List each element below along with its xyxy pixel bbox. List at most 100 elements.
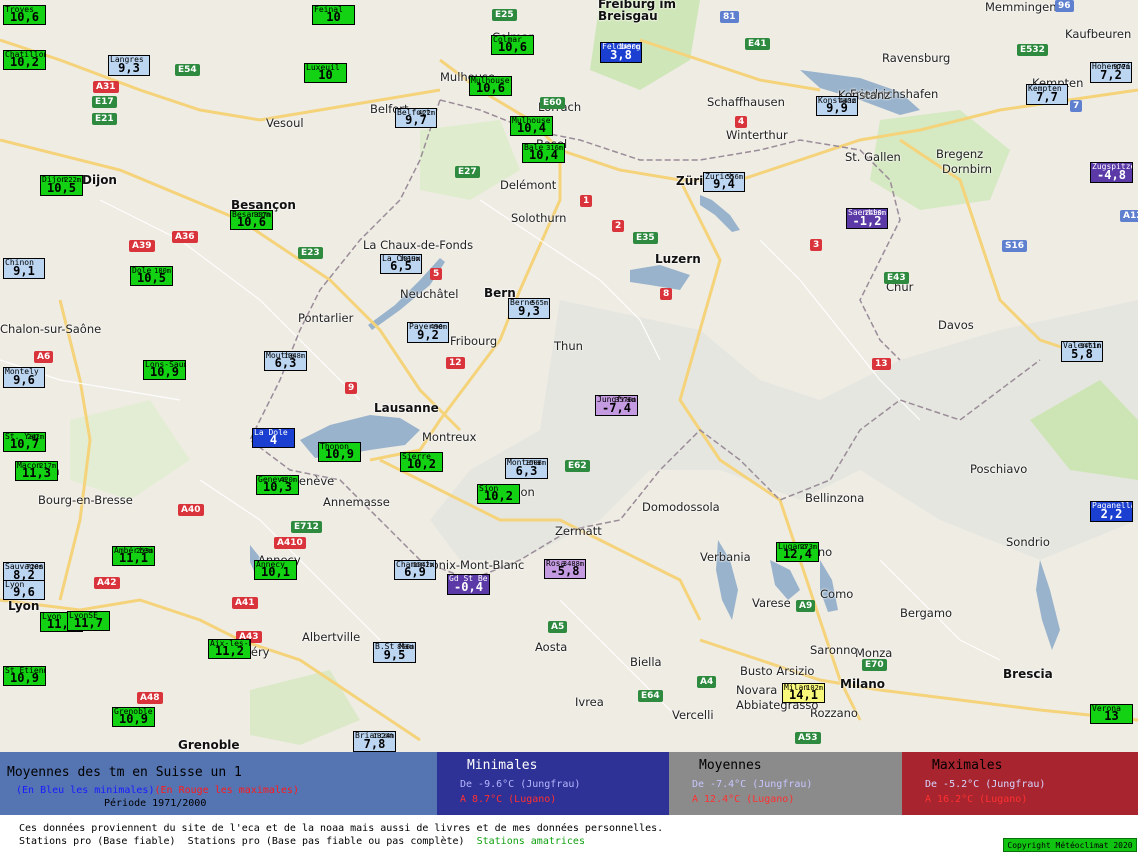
station-marker[interactable]: Briancon 1324m 7,8 [353,731,396,752]
road-shield: A53 [795,732,821,744]
station-marker[interactable]: La Chaux 1019m 6,5 [380,254,422,274]
station-temperature: 10,4 [529,148,558,162]
place-label-bourg: Bourg-en-Bresse [38,493,133,507]
place-label-bergamo: Bergamo [900,606,953,620]
legend-maximales-high: A 16.2°C (Lugano) [925,794,1028,805]
station-marker[interactable]: Langres 9,3 [108,55,150,76]
station-marker[interactable]: LyonSE 11,7 [67,611,110,631]
station-marker[interactable]: Grenoble 10,9 [112,707,155,727]
road-shield: 4 [735,116,748,128]
station-marker[interactable]: Feldberg 1490m 3,8 [600,42,642,63]
station-temperature: 10,9 [10,671,39,685]
station-temperature: 10,6 [10,10,39,24]
station-marker[interactable]: Gd St Bernard-0,4 [447,574,490,595]
station-marker[interactable]: Ambérieu 253m 11,1 [112,546,155,566]
station-marker[interactable]: Troyes 10,6 [3,5,46,25]
station-temperature: 9,2 [417,328,439,342]
road-shield: A31 [93,81,119,93]
legend-title-panel: Moyennes des tm en Suisse un 1 (En Bleu … [0,752,437,815]
place-label-sondrio: Sondrio [1006,535,1050,549]
station-marker[interactable]: Sierre 10,2 [400,452,443,472]
station-marker[interactable]: Lons-Saunier10,9 [143,360,186,380]
station-marker[interactable]: Macon 217m 11,3 [15,461,58,481]
station-marker[interactable]: Mouthe 1048m 6,3 [264,351,307,371]
station-temperature: 10,3 [263,480,292,494]
station-temperature: 9,3 [118,61,140,75]
station-temperature: -4,8 [1097,168,1126,182]
station-marker[interactable]: Sion 10,2 [477,484,520,504]
station-temperature: 9,6 [13,585,35,599]
station-marker[interactable]: Jungfrau 3576m -7,4 [595,395,638,416]
station-marker[interactable]: Mulhouse 10,6 [469,76,512,96]
legend-minimales-low: De -9.6°C (Jungfrau) [460,779,581,790]
station-temperature: 6,9 [404,565,426,579]
map-canvas: Freiburg im Breisgau Dijon Besançon Zürich Be… [0,0,1138,752]
station-marker[interactable]: Saentis 2490m -1,2 [846,208,888,229]
station-marker[interactable]: Bale 316m 10,4 [522,143,565,163]
station-marker[interactable]: Konstanz 443m 9,9 [816,96,858,116]
station-marker[interactable]: Kempten 7,7 [1026,84,1068,105]
station-marker[interactable]: Chatillon 10,2 [3,50,46,70]
station-temperature: 11,2 [215,644,244,658]
station-marker[interactable]: Zurich 556m 9,4 [703,172,745,192]
station-marker[interactable]: B.St Maurice866m9,5 [373,642,416,663]
place-label-bustoarsizio: Busto Arsizio [740,664,815,678]
station-temperature: 10,7 [10,437,39,451]
road-shield: A36 [172,231,198,243]
road-shield: 9 [345,382,358,394]
station-marker[interactable]: Montana 1508m 6,3 [505,458,548,479]
station-marker[interactable]: La Dole 4 [252,428,295,448]
station-temperature: 7,7 [1036,90,1058,104]
road-shield: A6 [34,351,54,363]
station-marker[interactable]: St. Yan 242m 10,7 [3,432,46,452]
station-marker[interactable]: Montely 9,6 [3,367,45,388]
station-marker[interactable]: Zugspitze -4,8 [1090,162,1133,183]
station-marker[interactable]: Mulhouse 10,4 [510,116,553,136]
station-marker[interactable]: Chinon 9,1 [3,258,45,279]
station-marker[interactable]: Paganella 2,2 [1090,501,1133,522]
station-temperature: 9,5 [383,648,406,662]
station-marker[interactable]: Luxeuil 10 [304,63,347,83]
station-marker[interactable]: Belfort 422m 9,7 [395,108,437,128]
place-label-memmingen: Memmingen [985,0,1057,14]
station-marker[interactable]: Lyon 9,6 [3,580,45,600]
place-label-monza: Monza [855,646,893,660]
station-marker[interactable]: Chamonix 1042m 6,9 [394,560,436,580]
legend-maximales-heading: Maximales [932,758,1003,773]
station-temperature: 2,2 [1100,507,1123,521]
station-marker[interactable]: Colmar 10,6 [491,35,534,55]
station-temperature: 10,9 [150,365,179,379]
station-temperature: 10,6 [476,81,505,95]
station-marker[interactable]: Berne 565m 9,3 [508,298,550,319]
station-marker[interactable]: St Etienne10,9 [3,666,46,686]
station-marker[interactable]: Lugano 273m 12,4 [776,542,819,562]
station-marker[interactable]: Annecy 10,1 [254,560,297,580]
station-marker[interactable]: Besancon 307m 10,6 [230,210,273,230]
road-shield: E21 [92,113,117,125]
road-shield: E35 [633,232,658,244]
legend-title: Moyennes des tm en Suisse un 1 [7,765,242,780]
source-notes: Ces données proviennent du site de l'eca… [19,822,663,848]
station-marker[interactable]: Aix-les-Bains11,2 [208,639,251,659]
station-marker[interactable]: Feinal 10 [312,5,355,25]
station-marker[interactable]: Payerne 490m 9,2 [407,322,449,343]
road-shield: A410 [274,537,306,549]
place-label-chalon: Chalon-sur-Saône [0,322,102,336]
station-marker[interactable]: Hohenpeiss977m7,2 [1090,62,1132,83]
legend-maximales-low: De -5.2°C (Jungfrau) [925,779,1046,790]
station-marker[interactable]: Dijon 222m 10,5 [40,175,83,196]
place-label-neuchatel: Neuchâtel [400,287,459,301]
station-marker[interactable]: Rosa 3488m -5,8 [544,559,586,579]
station-temperature: 3,8 [610,48,632,62]
station-marker[interactable]: Thonon 10,9 [318,442,361,462]
station-marker[interactable]: Valentino 1461m 5,8 [1061,341,1103,362]
place-label-verbania: Verbania [700,550,751,564]
station-marker[interactable]: Dole 180m 10,5 [130,266,173,286]
station-marker[interactable]: Geneve 420m 10,3 [256,475,299,495]
station-marker[interactable]: Verona 13 [1090,704,1133,724]
notes-pro-fiable: Stations pro (Base fiable) [19,836,176,847]
place-label-pontarlier: Pontarlier [298,311,354,325]
place-label-vercelli: Vercelli [672,708,714,722]
road-shield: 2 [612,220,625,232]
station-marker[interactable]: Milan 102m 14,1 [782,683,825,703]
